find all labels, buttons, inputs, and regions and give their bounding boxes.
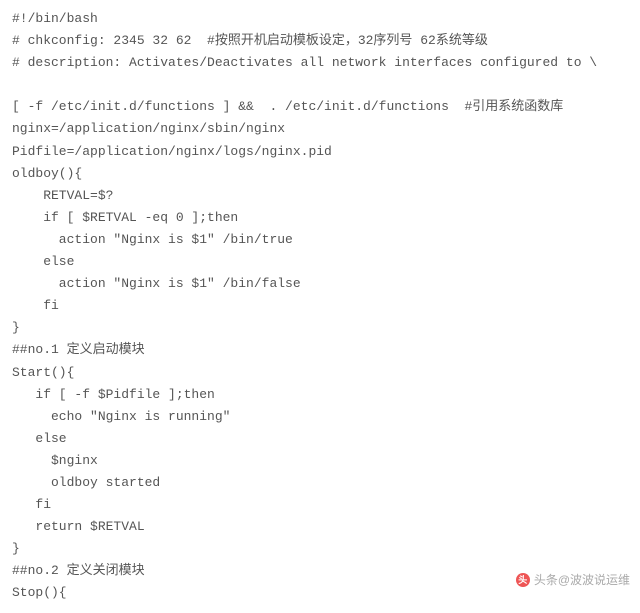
watermark-label: 头条@波波说运维 xyxy=(534,570,630,590)
code-line: fi xyxy=(12,497,51,512)
code-line: nginx=/application/nginx/sbin/nginx xyxy=(12,121,285,136)
code-line: else xyxy=(12,431,67,446)
code-block: #!/bin/bash # chkconfig: 2345 32 62 #按照开… xyxy=(12,8,628,605)
code-line: if [ -f $Pidfile ];then xyxy=(12,387,215,402)
code-line: oldboy started xyxy=(12,475,160,490)
code-line: ##no.2 定义关闭模块 xyxy=(12,563,145,578)
code-line: } xyxy=(12,320,20,335)
watermark: 头 头条@波波说运维 xyxy=(516,570,630,590)
code-line: echo "Nginx is running" xyxy=(12,409,230,424)
code-line: return $RETVAL xyxy=(12,519,145,534)
code-line: else xyxy=(12,254,74,269)
code-line: RETVAL=$? xyxy=(12,188,113,203)
code-line: # chkconfig: 2345 32 62 #按照开机启动模板设定，32序列… xyxy=(12,33,488,48)
code-line: #!/bin/bash xyxy=(12,11,98,26)
code-line: # description: Activates/Deactivates all… xyxy=(12,55,597,70)
code-line: action "Nginx is $1" /bin/false xyxy=(12,276,301,291)
code-line: Stop(){ xyxy=(12,585,67,600)
code-line: Pidfile=/application/nginx/logs/nginx.pi… xyxy=(12,144,332,159)
code-line: oldboy(){ xyxy=(12,166,82,181)
code-line: action "Nginx is $1" /bin/true xyxy=(12,232,293,247)
code-line: if [ $RETVAL -eq 0 ];then xyxy=(12,210,238,225)
code-line: } xyxy=(12,541,20,556)
code-line: $nginx xyxy=(12,453,98,468)
code-line: [ -f /etc/init.d/functions ] && . /etc/i… xyxy=(12,99,563,114)
code-line: fi xyxy=(12,298,59,313)
toutiao-icon: 头 xyxy=(516,573,530,587)
code-line: ##no.1 定义启动模块 xyxy=(12,342,145,357)
code-line: Start(){ xyxy=(12,365,74,380)
